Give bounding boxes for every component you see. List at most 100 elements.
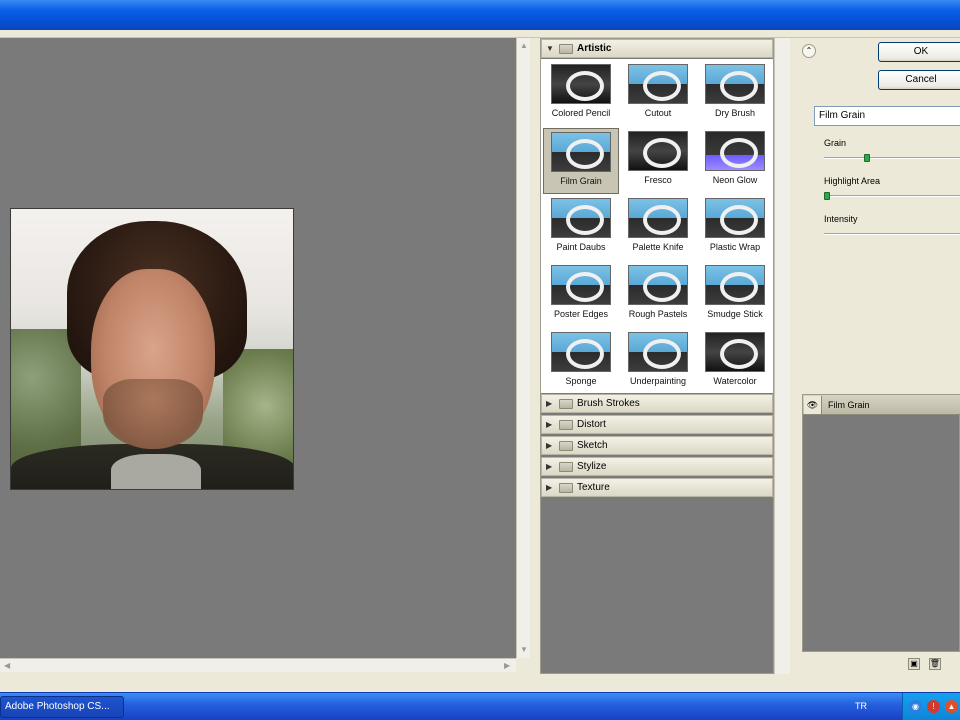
eye-visibility-icon[interactable]: 👁 xyxy=(804,395,822,414)
filter-thumbnail[interactable]: Colored Pencil xyxy=(543,61,619,127)
collapsed-triangle-icon: ▶ xyxy=(546,420,553,429)
filter-preview-image xyxy=(705,265,765,305)
filter-thumbnail[interactable]: Poster Edges xyxy=(543,262,619,328)
security-icon[interactable]: ! xyxy=(927,700,940,713)
photo-beard xyxy=(103,379,203,449)
filter-thumbnail[interactable]: Fresco xyxy=(620,128,696,194)
slider-knob[interactable] xyxy=(824,192,830,200)
ok-button[interactable]: OK xyxy=(878,42,960,62)
filter-preview-image xyxy=(705,198,765,238)
filter-thumbnail[interactable]: Underpainting xyxy=(620,329,696,395)
filter-label: Neon Glow xyxy=(712,175,758,185)
folder-icon xyxy=(559,43,573,54)
param-slider[interactable] xyxy=(824,192,960,200)
filter-preview-image xyxy=(551,265,611,305)
collapsed-triangle-icon: ▶ xyxy=(546,399,553,408)
filter-thumbnail[interactable]: Palette Knife xyxy=(620,195,696,261)
filter-thumbnail[interactable]: Neon Glow xyxy=(697,128,773,194)
taskbar: Adobe Photoshop CS... TR ◉ ! ▲ xyxy=(0,692,960,720)
category-distort[interactable]: ▶ Distort xyxy=(541,415,773,434)
filter-settings-panel: ⌃ OK Cancel Film Grain Grain Highlight Ar… xyxy=(790,38,960,674)
category-label: Texture xyxy=(577,482,610,493)
collapse-gallery-icon[interactable]: ⌃ xyxy=(802,44,816,58)
param-slider[interactable] xyxy=(824,154,960,162)
param-label: Grain xyxy=(824,138,847,148)
taskbar-app-button[interactable]: Adobe Photoshop CS... xyxy=(0,696,124,718)
filter-gallery-panel: ▼ Artistic Colored Pencil Cutout Dry Brush… xyxy=(540,38,790,674)
scroll-right-arrow-icon[interactable]: ▶ xyxy=(504,662,512,670)
gallery-scrollbar[interactable] xyxy=(774,38,790,674)
filter-label: Colored Pencil xyxy=(551,108,611,118)
collapsed-triangle-icon: ▶ xyxy=(546,462,553,471)
filter-preview-image xyxy=(705,131,765,171)
cancel-button[interactable]: Cancel xyxy=(878,70,960,90)
preview-photo xyxy=(10,208,294,490)
category-texture[interactable]: ▶ Texture xyxy=(541,478,773,497)
scroll-left-arrow-icon[interactable]: ◀ xyxy=(4,662,12,670)
category-label: Stylize xyxy=(577,461,607,472)
scroll-up-arrow-icon[interactable]: ▲ xyxy=(520,42,528,50)
filter-preview-image xyxy=(551,198,611,238)
filter-thumbnail[interactable]: Paint Daubs xyxy=(543,195,619,261)
slider-knob[interactable] xyxy=(864,154,871,162)
category-sketch[interactable]: ▶ Sketch xyxy=(541,436,773,455)
filter-thumbnail[interactable]: Watercolor xyxy=(697,329,773,395)
filter-label: Sponge xyxy=(565,376,597,386)
folder-icon xyxy=(559,461,573,472)
category-stylize[interactable]: ▶ Stylize xyxy=(541,457,773,476)
filter-preview-image xyxy=(551,332,611,372)
category-brush-strokes[interactable]: ▶ Brush Strokes xyxy=(541,394,773,413)
param-label: Highlight Area xyxy=(824,176,881,186)
filter-label: Rough Pastels xyxy=(628,309,688,319)
effect-layer-name: Film Grain xyxy=(828,399,870,410)
folder-icon xyxy=(559,398,573,409)
photo-shirt xyxy=(111,454,201,489)
param-label: Intensity xyxy=(824,214,858,224)
filter-label: Film Grain xyxy=(560,176,602,186)
filter-label: Smudge Stick xyxy=(707,309,763,319)
window-title-bar xyxy=(0,0,960,30)
filter-thumbnail[interactable]: Plastic Wrap xyxy=(697,195,773,261)
preview-horizontal-scrollbar[interactable]: ◀ ▶ xyxy=(0,658,516,672)
filter-label: Palette Knife xyxy=(632,242,684,252)
category-label: Brush Strokes xyxy=(577,398,640,409)
filter-thumbnail[interactable]: Film Grain xyxy=(543,128,619,194)
folder-icon xyxy=(559,440,573,451)
system-tray: TR ◉ ! ▲ xyxy=(855,693,960,720)
filter-label: Paint Daubs xyxy=(556,242,606,252)
preview-canvas[interactable] xyxy=(0,38,516,658)
filter-thumbnails: Colored Pencil Cutout Dry Brush Film Grain F… xyxy=(541,59,773,393)
filter-preview-image xyxy=(628,332,688,372)
filter-label: Cutout xyxy=(644,108,672,118)
filter-label: Plastic Wrap xyxy=(709,242,761,252)
tray-app-icon[interactable]: ▲ xyxy=(945,700,958,713)
effect-layer-row[interactable]: 👁 Film Grain xyxy=(803,395,960,415)
network-icon[interactable]: ◉ xyxy=(909,700,922,713)
category-artistic[interactable]: ▼ Artistic xyxy=(541,39,773,58)
filter-preview-image xyxy=(628,198,688,238)
language-indicator[interactable]: TR xyxy=(855,701,867,711)
filter-thumbnail[interactable]: Cutout xyxy=(620,61,696,127)
param-slider[interactable] xyxy=(824,233,960,235)
scroll-down-arrow-icon[interactable]: ▼ xyxy=(520,646,528,654)
delete-effect-layer-icon[interactable]: 🗑 xyxy=(928,658,941,670)
new-effect-layer-icon[interactable]: ▣ xyxy=(908,658,920,670)
filter-thumbnail[interactable]: Smudge Stick xyxy=(697,262,773,328)
expanded-triangle-icon: ▼ xyxy=(546,44,554,53)
filter-thumbnail[interactable]: Dry Brush xyxy=(697,61,773,127)
filter-preview-image xyxy=(628,64,688,104)
collapsed-triangle-icon: ▶ xyxy=(546,483,553,492)
layer-buttons: ▣ 🗑 xyxy=(902,658,941,670)
effect-layers-list: 👁 Film Grain xyxy=(802,394,960,652)
filter-select[interactable]: Film Grain xyxy=(814,106,960,126)
filter-gallery-list: ▼ Artistic Colored Pencil Cutout Dry Brush… xyxy=(540,38,774,674)
dialog-top-strip xyxy=(0,30,960,38)
folder-icon xyxy=(559,482,573,493)
filter-label: Watercolor xyxy=(713,376,757,386)
filter-preview-image xyxy=(628,131,688,171)
preview-vertical-scrollbar[interactable]: ▲ ▼ xyxy=(516,38,530,658)
filter-thumbnail[interactable]: Rough Pastels xyxy=(620,262,696,328)
folder-icon xyxy=(559,419,573,430)
filter-thumbnail[interactable]: Sponge xyxy=(543,329,619,395)
filter-preview-image xyxy=(551,64,611,104)
